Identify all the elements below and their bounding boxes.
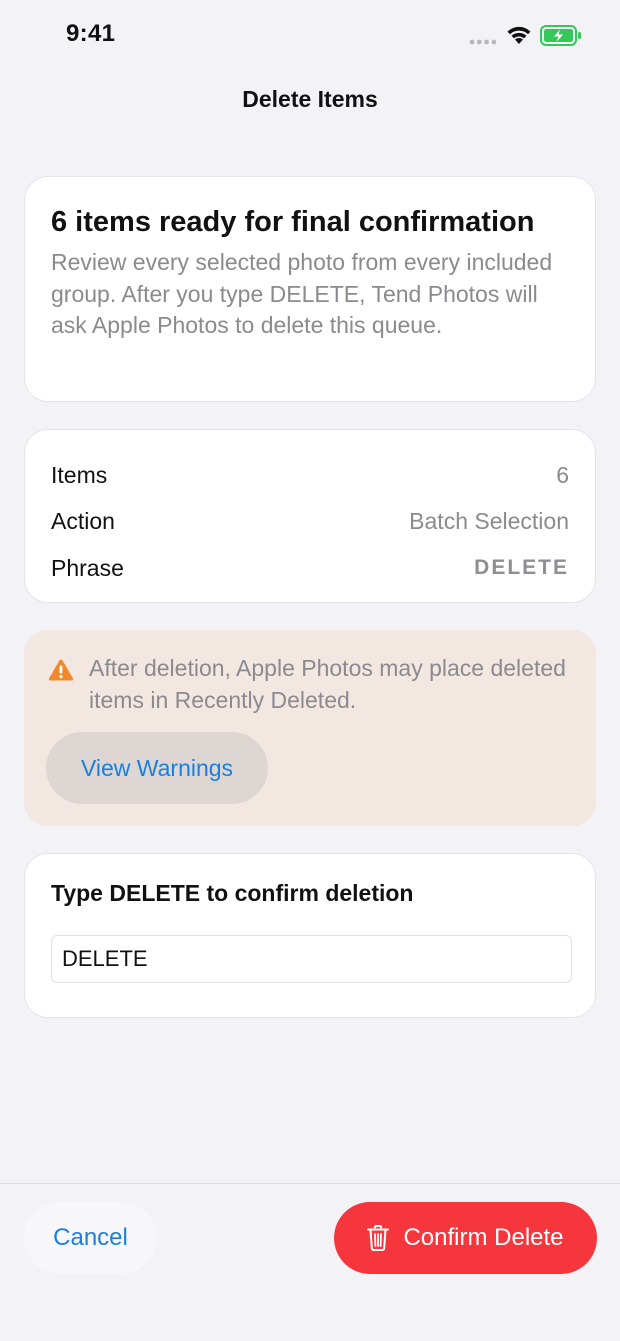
- confirm-delete-button[interactable]: Confirm Delete: [334, 1202, 597, 1274]
- detail-label: Action: [51, 508, 115, 535]
- status-time: 9:41: [66, 20, 116, 47]
- warning-text: After deletion, Apple Photos may place d…: [89, 655, 566, 713]
- trash-icon: [367, 1225, 390, 1251]
- view-warnings-button[interactable]: View Warnings: [46, 732, 268, 804]
- detail-row-items: Items 6: [51, 452, 569, 499]
- detail-value: Batch Selection: [409, 508, 569, 535]
- details-card: Items 6 Action Batch Selection Phrase DE…: [24, 429, 596, 603]
- battery-charging-icon: [540, 25, 581, 46]
- confirm-label: Type DELETE to confirm deletion: [51, 880, 414, 906]
- cancel-button[interactable]: Cancel: [24, 1202, 157, 1274]
- status-bar: 9:41: [0, 0, 620, 70]
- warning-card: After deletion, Apple Photos may place d…: [24, 630, 596, 826]
- confirm-phrase-input[interactable]: [51, 935, 572, 983]
- detail-value: DELETE: [474, 556, 569, 580]
- signal-dots-icon: [469, 39, 497, 45]
- detail-label: Items: [51, 461, 108, 488]
- summary-title: 6 items ready for final confirmation: [51, 206, 535, 238]
- detail-value: 6: [556, 461, 569, 488]
- delete-items-screen: 9:41 Delete Items 6 items ready for fina…: [0, 0, 620, 1341]
- confirm-card: Type DELETE to confirm deletion: [24, 853, 596, 1018]
- wifi-icon: [507, 26, 531, 44]
- detail-row-action: Action Batch Selection: [51, 499, 569, 546]
- summary-description: Review every selected photo from every i…: [51, 249, 553, 338]
- summary-card: 6 items ready for final confirmation Rev…: [24, 176, 596, 402]
- nav-title: Delete Items: [242, 86, 378, 112]
- confirm-delete-label: Confirm Delete: [403, 1224, 564, 1251]
- detail-label: Phrase: [51, 554, 124, 581]
- warning-triangle-icon: [48, 659, 74, 681]
- detail-row-phrase: Phrase DELETE: [51, 545, 569, 592]
